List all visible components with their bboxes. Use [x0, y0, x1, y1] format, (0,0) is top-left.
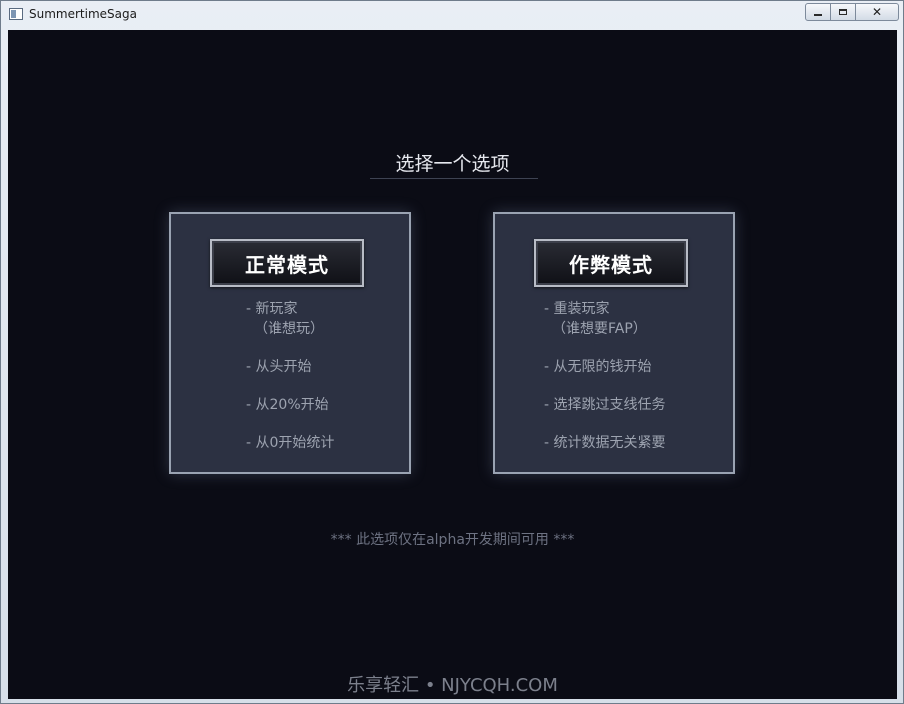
cheat-mode-button[interactable]: 作弊模式 — [534, 239, 688, 287]
window-controls: ✕ — [805, 3, 899, 23]
game-screen: 选择一个选项 正常模式 - 新玩家 （谁想玩） - 从头开始 - 从20%开始 … — [8, 30, 897, 699]
feature-item: - 选择跳过支线任务 — [544, 397, 666, 413]
feature-item: - 从0开始统计 — [246, 435, 335, 451]
cheat-mode-panel: 作弊模式 - 重装玩家 （谁想要FAP） - 从无限的钱开始 - 选择跳过支线任… — [493, 212, 735, 474]
close-button[interactable]: ✕ — [855, 3, 899, 21]
cheat-mode-features: - 重装玩家 （谁想要FAP） - 从无限的钱开始 - 选择跳过支线任务 - 统… — [544, 299, 666, 453]
feature-item: - 从20%开始 — [246, 397, 329, 413]
feature-item-sub: （谁想要FAP） — [552, 321, 647, 337]
minimize-button[interactable] — [805, 3, 831, 21]
normal-mode-features: - 新玩家 （谁想玩） - 从头开始 - 从20%开始 - 从0开始统计 — [246, 299, 334, 453]
normal-mode-panel: 正常模式 - 新玩家 （谁想玩） - 从头开始 - 从20%开始 - 从0开始统… — [169, 212, 411, 474]
feature-item: - 新玩家 — [246, 301, 298, 317]
normal-mode-button[interactable]: 正常模式 — [210, 239, 364, 287]
feature-item-sub: （谁想玩） — [254, 321, 324, 337]
close-icon: ✕ — [871, 5, 883, 19]
watermark-text: 乐享轻汇 • NJYCQH.COM — [347, 675, 558, 696]
maximize-icon — [839, 9, 847, 15]
title-bar[interactable]: SummertimeSaga ✕ — [1, 1, 903, 29]
feature-item: - 从无限的钱开始 — [544, 359, 652, 375]
screen-heading: 选择一个选项 — [395, 153, 510, 175]
app-window-icon — [9, 8, 23, 20]
feature-item: - 重装玩家 — [544, 301, 610, 317]
feature-item: - 统计数据无关紧要 — [544, 435, 666, 451]
minimize-icon — [814, 14, 822, 16]
feature-item: - 从头开始 — [246, 359, 312, 375]
alpha-note: *** 此选项仅在alpha开发期间可用 *** — [330, 532, 575, 548]
maximize-button[interactable] — [830, 3, 856, 21]
window-title: SummertimeSaga — [29, 7, 137, 21]
heading-divider — [370, 178, 538, 179]
app-window: SummertimeSaga ✕ 选择一个选项 正常模式 - 新玩家 （谁想玩）… — [0, 0, 904, 704]
